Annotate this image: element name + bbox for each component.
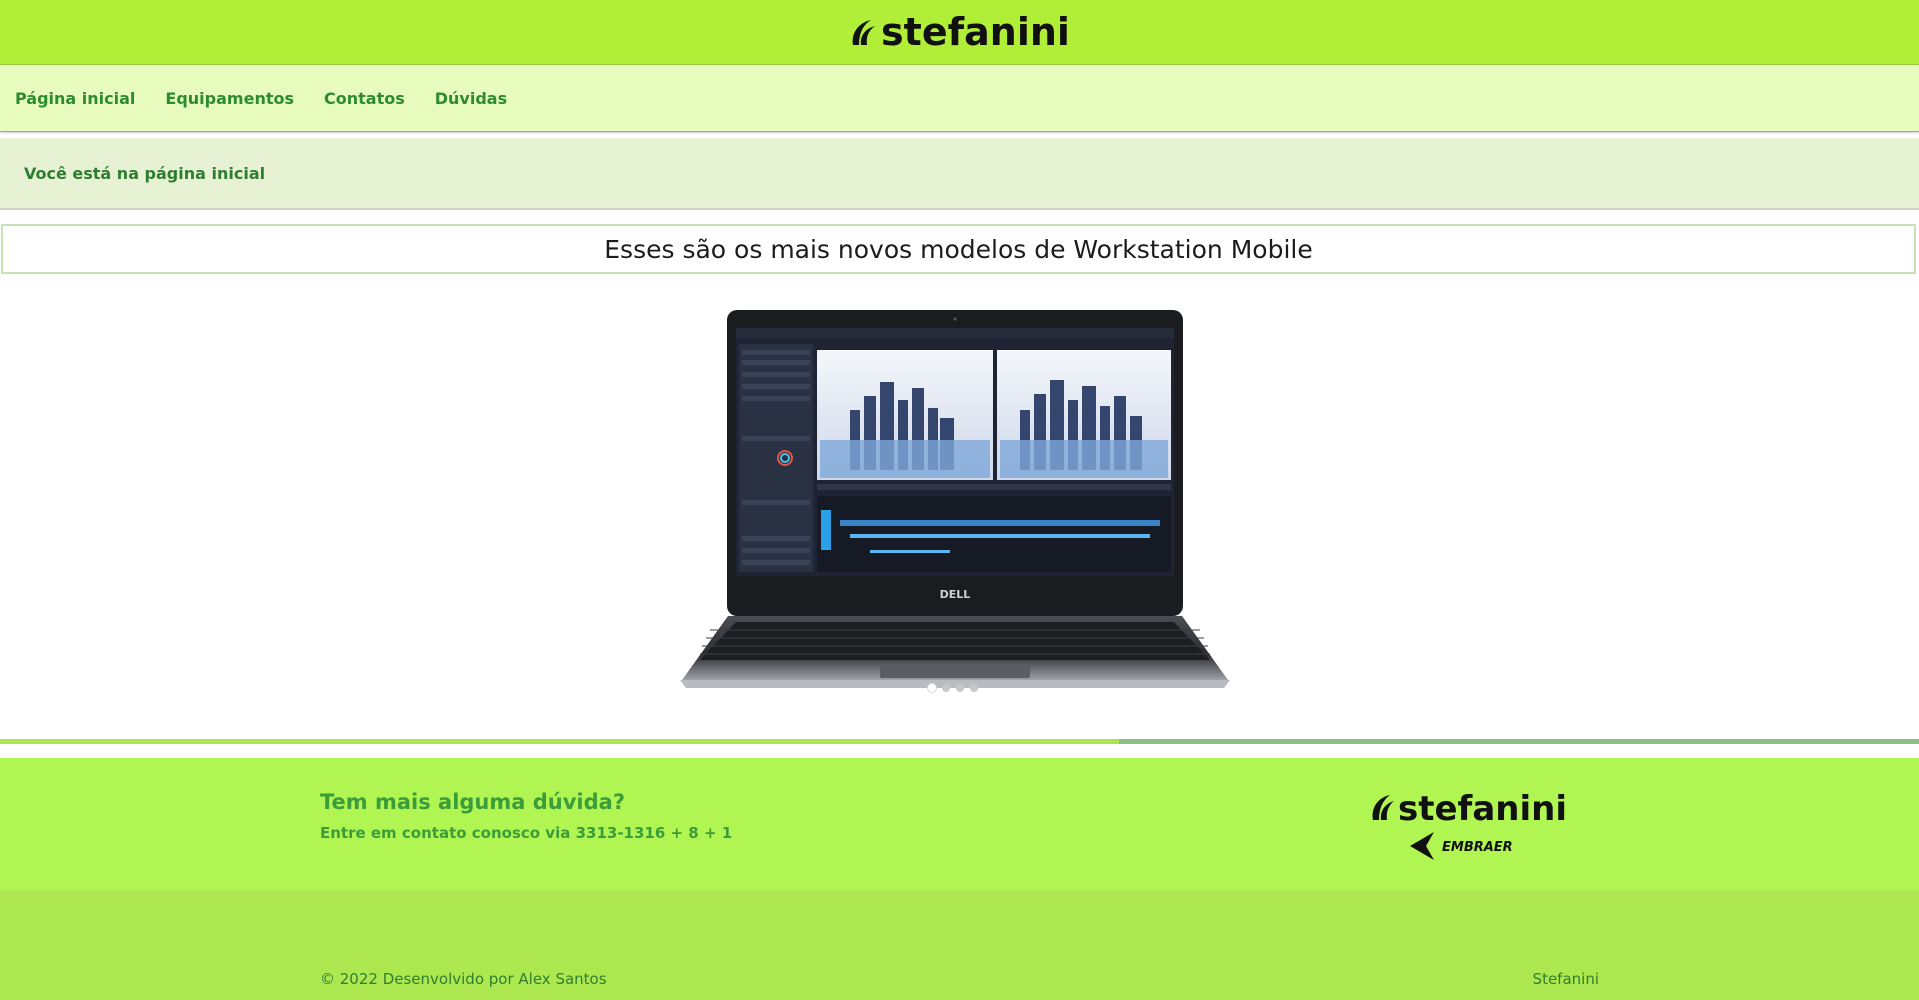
bottom-bar: © 2022 Desenvolvido por Alex Santos Stef… — [0, 890, 1919, 1000]
stefanini-footer-logo-icon — [1372, 795, 1394, 820]
carousel-dot-1[interactable] — [928, 684, 936, 692]
main-nav: Página inicial Equipamentos Contatos Dúv… — [0, 65, 1919, 132]
nav-item-faq[interactable]: Dúvidas — [435, 89, 507, 108]
footer-contact-text: Entre em contato conosco via 3313-1316 +… — [320, 824, 733, 842]
top-header: stefanini — [0, 0, 1919, 65]
footer-brand: stefanini — [1398, 789, 1567, 829]
carousel-dot-2[interactable] — [942, 684, 950, 692]
footer-partner: EMBRAER — [1442, 840, 1513, 855]
footer-title: Tem mais alguma dúvida? — [320, 790, 626, 814]
nav-item-contacts[interactable]: Contatos — [324, 89, 405, 108]
embraer-logo-icon — [1410, 832, 1434, 860]
partner-logos: stefanini EMBRAER — [1372, 789, 1567, 860]
page-title: Esses são os mais novos modelos de Works… — [604, 234, 1313, 264]
carousel-indicators — [928, 684, 978, 692]
brand-name: stefanini — [881, 10, 1070, 54]
headline-box: Esses são os mais novos modelos de Works… — [1, 224, 1916, 274]
laptop-image: DELL — [680, 310, 1230, 688]
breadcrumb-text: Você está na página inicial — [24, 163, 266, 183]
footer: Tem mais alguma dúvida? Entre em contato… — [0, 758, 1919, 890]
carousel-dot-3[interactable] — [956, 684, 964, 692]
nav-item-equipment[interactable]: Equipamentos — [165, 89, 294, 108]
carousel-dot-4[interactable] — [970, 684, 978, 692]
breadcrumb: Você está na página inicial — [0, 138, 1919, 210]
stefanini-link[interactable]: Stefanini — [1533, 970, 1599, 988]
laptop-brand: DELL — [940, 588, 971, 601]
copyright-text: © 2022 Desenvolvido por Alex Santos — [320, 970, 607, 988]
stefanini-logo-icon — [852, 20, 876, 45]
carousel-progress-bar — [0, 739, 1919, 744]
stefanini-logo[interactable]: stefanini — [849, 10, 1070, 54]
product-carousel[interactable]: DELL — [640, 300, 1280, 710]
nav-item-home[interactable]: Página inicial — [15, 89, 135, 108]
carousel-progress-fill — [0, 739, 1119, 744]
